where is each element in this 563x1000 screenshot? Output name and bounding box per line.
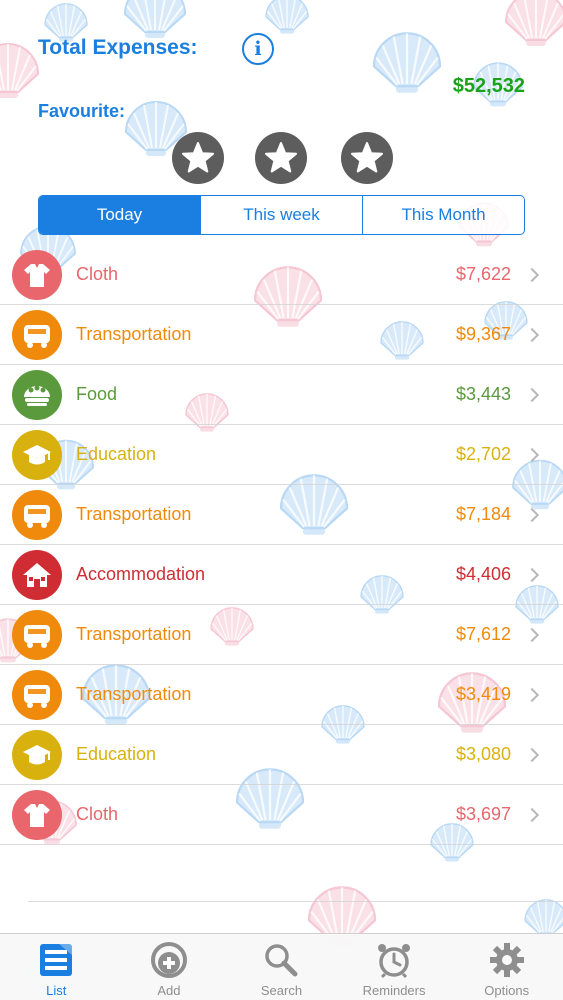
chevron-right-icon <box>524 627 540 642</box>
expense-row[interactable]: Cloth $3,697 <box>0 785 563 845</box>
tab-reminders[interactable]: Reminders <box>338 934 451 1000</box>
tab-label: List <box>46 983 67 998</box>
expense-category: Transportation <box>76 324 192 344</box>
bus-icon <box>12 610 62 660</box>
search-icon <box>261 940 301 980</box>
tab-list[interactable]: List <box>0 934 113 1000</box>
expense-amount: $4,406 <box>455 564 511 584</box>
info-icon[interactable]: i <box>242 33 274 65</box>
expense-category: Transportation <box>76 624 192 644</box>
expense-list-screen: Total Expenses: i $52,532 Favourite: Tod… <box>0 0 563 1000</box>
expense-amount: $3,697 <box>455 804 511 824</box>
bus-icon <box>12 490 62 540</box>
expense-category: Transportation <box>76 504 192 524</box>
expense-row[interactable]: Transportation $9,367 <box>0 305 563 365</box>
shirt-icon <box>12 790 62 840</box>
bus-icon <box>12 310 62 360</box>
expense-row[interactable]: Transportation $7,184 <box>0 485 563 545</box>
tab-bar: List Add Search Reminders Options <box>0 933 563 1000</box>
expense-category: Cloth <box>76 804 119 824</box>
chevron-right-icon <box>524 747 540 762</box>
favourite-star-2[interactable] <box>255 132 307 184</box>
expense-amount: $3,080 <box>455 744 511 764</box>
expense-amount: $3,443 <box>455 384 511 404</box>
alarm-clock-icon <box>374 940 414 980</box>
chevron-right-icon <box>524 567 540 582</box>
expense-row[interactable]: Transportation $3,419 <box>0 665 563 725</box>
expense-row[interactable]: Food $3,443 <box>0 365 563 425</box>
segment-this-month[interactable]: This Month <box>363 196 524 234</box>
expense-row[interactable]: Transportation $7,612 <box>0 605 563 665</box>
expense-amount: $3,419 <box>455 684 511 704</box>
chevron-right-icon <box>524 447 540 462</box>
favourite-label: Favourite: <box>38 101 126 121</box>
expense-amount: $9,367 <box>455 324 511 344</box>
expense-category: Food <box>76 384 118 404</box>
segment-this-week[interactable]: This week <box>201 196 363 234</box>
total-expenses-amount: $52,532 <box>452 75 525 97</box>
tab-add[interactable]: Add <box>113 934 226 1000</box>
expense-category: Accommodation <box>76 564 206 584</box>
expense-category: Education <box>76 744 157 764</box>
house-icon <box>12 550 62 600</box>
favourite-star-1[interactable] <box>172 132 224 184</box>
expense-category: Cloth <box>76 264 119 284</box>
chevron-right-icon <box>524 507 540 522</box>
expense-category: Education <box>76 444 157 464</box>
expense-amount: $7,184 <box>455 504 511 524</box>
expense-category: Transportation <box>76 684 192 704</box>
expense-amount: $2,702 <box>455 444 511 464</box>
list-divider <box>28 901 563 902</box>
period-segmented-control: Today This week This Month <box>38 195 525 235</box>
favourite-star-3[interactable] <box>341 132 393 184</box>
expense-amount: $7,622 <box>455 264 511 284</box>
expense-amount: $7,612 <box>455 624 511 644</box>
tab-label: Reminders <box>362 983 426 998</box>
segment-today[interactable]: Today <box>39 196 201 234</box>
chevron-right-icon <box>524 687 540 702</box>
tab-label: Options <box>484 983 530 998</box>
chevron-right-icon <box>524 807 540 822</box>
list-icon <box>36 940 76 980</box>
expense-row[interactable]: Education $2,702 <box>0 425 563 485</box>
graduation-cap-icon <box>12 730 62 780</box>
chevron-right-icon <box>524 267 540 282</box>
star-icon <box>263 140 299 176</box>
total-expenses-label: Total Expenses: <box>38 36 198 59</box>
tab-options[interactable]: Options <box>450 934 563 1000</box>
bus-icon <box>12 670 62 720</box>
chevron-right-icon <box>524 387 540 402</box>
expense-row[interactable]: Accommodation $4,406 <box>0 545 563 605</box>
expense-list: Cloth $7,622 Transportation $9,367 Food $3,44… <box>0 245 563 845</box>
star-icon <box>349 140 385 176</box>
star-icon <box>180 140 216 176</box>
graduation-cap-icon <box>12 430 62 480</box>
tab-label: Add <box>157 983 181 998</box>
expense-row[interactable]: Education $3,080 <box>0 725 563 785</box>
shirt-icon <box>12 250 62 300</box>
tab-label: Search <box>260 983 303 998</box>
gear-icon <box>487 940 527 980</box>
chevron-right-icon <box>524 327 540 342</box>
food-icon <box>12 370 62 420</box>
tab-search[interactable]: Search <box>225 934 338 1000</box>
add-icon <box>149 940 189 980</box>
expense-row[interactable]: Cloth $7,622 <box>0 245 563 305</box>
